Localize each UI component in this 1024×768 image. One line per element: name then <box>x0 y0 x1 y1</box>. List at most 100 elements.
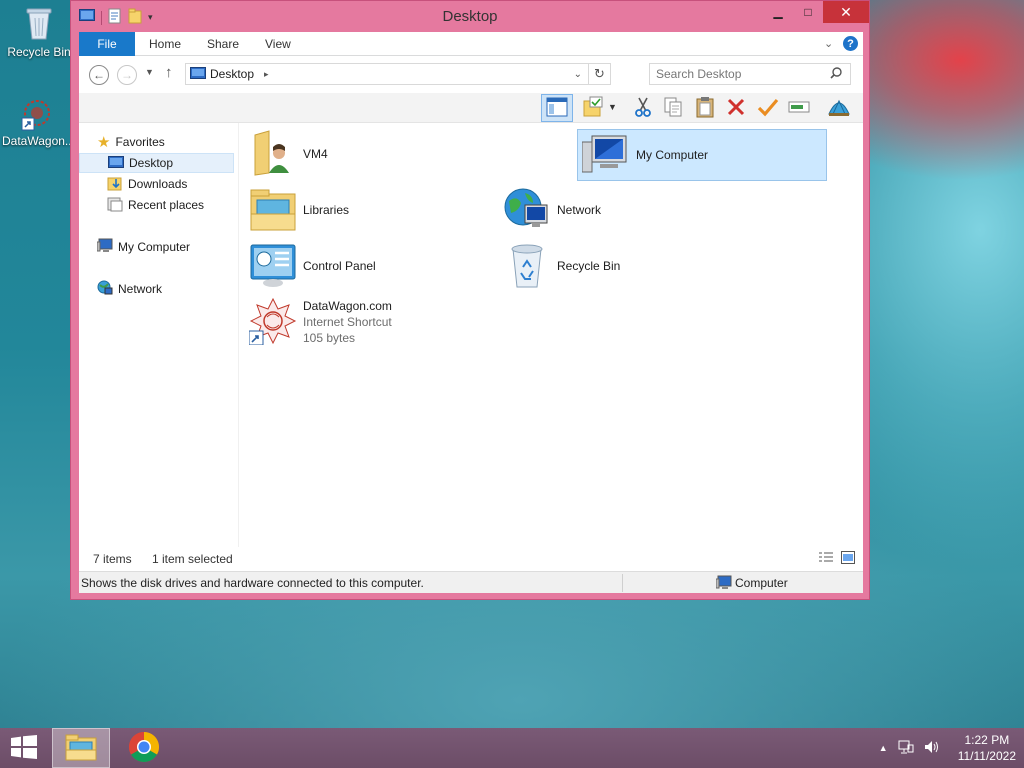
close-button[interactable]: ✕ <box>823 1 869 23</box>
tab-view[interactable]: View <box>265 32 291 56</box>
desktop-icon-recycle-bin[interactable]: Recycle Bin <box>4 6 74 59</box>
ribbon-tabs: File Home Share View ⌄ ? <box>79 32 863 56</box>
file-name: Control Panel <box>303 259 376 273</box>
file-item-network[interactable]: Network <box>503 184 743 236</box>
file-item-my-computer[interactable]: My Computer <box>577 129 827 181</box>
up-arrow-icon[interactable]: ↑ <box>165 64 173 81</box>
address-text: Desktop <box>210 67 255 81</box>
nav-label: My Computer <box>118 240 191 254</box>
maximize-button[interactable]: □ <box>793 1 823 23</box>
chrome-icon <box>128 731 160 766</box>
forward-arrow-icon: → <box>121 68 133 82</box>
preview-pane-icon <box>546 97 568 120</box>
status-bar: 7 items 1 item selected <box>79 547 863 571</box>
network-status-icon[interactable] <box>898 740 914 757</box>
tab-share[interactable]: Share <box>207 32 239 56</box>
rename-button[interactable] <box>787 96 811 120</box>
nav-my-computer[interactable]: My Computer <box>96 237 191 257</box>
desktop-icon-label: Recycle Bin <box>7 45 71 59</box>
large-icons-view-icon[interactable] <box>841 551 855 567</box>
recycle-bin-icon <box>4 6 74 43</box>
copy-button[interactable] <box>661 96 685 120</box>
details-divider <box>622 574 623 592</box>
downloads-icon <box>107 175 123 194</box>
search-input[interactable]: Search Desktop <box>649 63 851 85</box>
file-explorer-icon <box>65 733 97 764</box>
nav-recent-places[interactable]: Recent places <box>107 195 204 215</box>
minimize-icon: ▁ <box>773 5 783 19</box>
computer-icon <box>96 238 113 256</box>
file-item-recycle-bin[interactable]: Recycle Bin <box>503 240 743 292</box>
file-name: My Computer <box>636 148 709 162</box>
computer-location-icon <box>715 575 732 593</box>
back-arrow-icon: ← <box>93 68 105 82</box>
folder-options-icon <box>582 96 604 121</box>
maximize-icon: □ <box>804 5 812 19</box>
layout-dropdown-icon[interactable]: ▼ <box>608 102 617 112</box>
nav-favorites[interactable]: ★ Favorites <box>97 132 165 152</box>
layout-button[interactable] <box>581 96 605 120</box>
control-panel-icon <box>249 241 297 292</box>
tab-home[interactable]: Home <box>149 32 181 56</box>
datawagon-shortcut-icon <box>20 98 54 132</box>
file-item-libraries[interactable]: Libraries <box>249 184 489 236</box>
network-icon <box>97 280 113 299</box>
show-hidden-icons-icon[interactable]: ▲ <box>879 743 888 753</box>
address-dropdown-icon[interactable]: ⌄ <box>574 69 582 80</box>
address-bar-row: ← → ▼ ↑ Desktop ▸ ⌄ ↻ Search Desktop <box>79 56 863 93</box>
shell-button[interactable] <box>827 96 851 120</box>
shell-icon <box>827 96 851 121</box>
file-name: VM4 <box>303 147 328 161</box>
copy-icon <box>663 96 683 121</box>
back-button[interactable]: ← <box>89 65 109 85</box>
help-icon[interactable]: ? <box>843 36 858 51</box>
star-icon: ★ <box>97 134 111 151</box>
properties-check-button[interactable] <box>756 96 780 120</box>
clock-time: 1:22 PM <box>964 733 1010 747</box>
navigation-pane: ★ Favorites Desktop Downloads Recent pla… <box>79 123 239 547</box>
desktop-icon-label: DataWagon... <box>2 134 75 148</box>
recent-locations-icon[interactable]: ▼ <box>145 67 154 77</box>
details-view-icon[interactable] <box>819 552 833 567</box>
search-placeholder: Search Desktop <box>656 67 742 81</box>
volume-icon[interactable] <box>924 740 940 757</box>
refresh-icon[interactable]: ↻ <box>588 64 610 84</box>
nav-downloads[interactable]: Downloads <box>107 174 187 194</box>
nav-label: Downloads <box>128 177 188 191</box>
rename-icon <box>788 99 810 118</box>
breadcrumb-chevron-icon[interactable]: ▸ <box>264 69 269 80</box>
taskbar-file-explorer[interactable] <box>52 728 110 768</box>
cut-button[interactable] <box>631 96 655 120</box>
file-size: 105 bytes <box>303 331 356 345</box>
network-globe-icon <box>503 185 551 236</box>
nav-desktop[interactable]: Desktop <box>79 153 234 173</box>
desktop-icon-datawagon[interactable]: DataWagon... <box>2 98 75 148</box>
explorer-window: ▾ Desktop ▁ □ ✕ File Home Share View ⌄ ?… <box>70 0 870 600</box>
file-item-datawagon[interactable]: DataWagon.com Internet Shortcut 105 byte… <box>248 296 489 348</box>
minimize-button[interactable]: ▁ <box>763 1 793 23</box>
desktop-location-icon <box>190 66 206 82</box>
search-icon <box>830 67 842 82</box>
taskbar: ▲ 1:22 PM 11/11/2022 <box>0 728 1024 768</box>
clock[interactable]: 1:22 PM 11/11/2022 <box>958 732 1016 764</box>
file-item-vm4[interactable]: VM4 <box>249 128 489 180</box>
file-name: Recycle Bin <box>557 259 621 273</box>
taskbar-chrome[interactable] <box>116 728 172 768</box>
file-item-control-panel[interactable]: Control Panel <box>249 240 489 292</box>
checkmark-icon <box>757 97 779 120</box>
preview-pane-button[interactable] <box>541 94 573 122</box>
tab-file[interactable]: File <box>79 32 135 56</box>
address-field[interactable]: Desktop ▸ ⌄ ↻ <box>185 63 611 85</box>
clipboard-icon <box>695 96 715 121</box>
nav-network[interactable]: Network <box>97 279 162 299</box>
paste-button[interactable] <box>693 96 717 120</box>
desktop-icon <box>108 155 124 171</box>
nav-label: Network <box>118 282 163 296</box>
expand-ribbon-icon[interactable]: ⌄ <box>824 37 833 50</box>
delete-button[interactable] <box>724 96 748 120</box>
details-location: Computer <box>735 576 788 590</box>
title-bar[interactable]: ▾ Desktop ▁ □ ✕ <box>71 1 869 32</box>
forward-button[interactable]: → <box>117 65 137 85</box>
start-button[interactable] <box>0 728 48 768</box>
user-folder-icon <box>249 129 297 180</box>
